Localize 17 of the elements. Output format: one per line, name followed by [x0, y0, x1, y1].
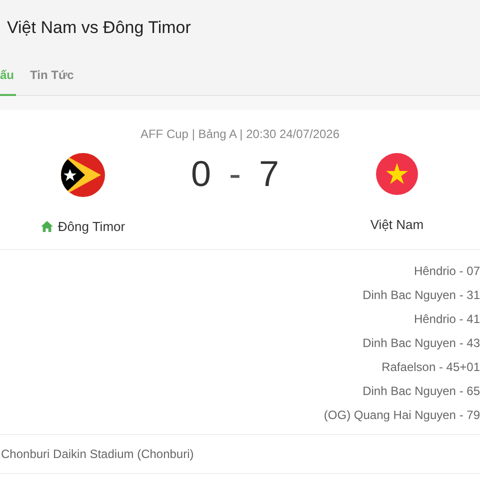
- goal-scorer: (OG) Quang Hai Nguyen - 79: [324, 406, 480, 424]
- team-name: Đông Timor: [58, 218, 126, 236]
- goal-scorer: Rafaelson - 45+01: [382, 358, 480, 376]
- tab[interactable]: Tin Tức: [28, 63, 76, 96]
- goal-scorer: Hêndrio - 41: [414, 310, 480, 328]
- team-name: Việt Nam: [370, 216, 424, 234]
- goal-scorer: Dinh Bac Nguyen - 43: [362, 334, 480, 352]
- timor-leste-flag-icon: [61, 153, 105, 197]
- match-info: AFF Cup | Bảng A | 20:30 24/07/2026: [140, 126, 340, 143]
- vietnam-flag-icon: [376, 153, 418, 195]
- page-title: Việt Nam vs Đông Timor: [6, 17, 192, 39]
- goal-scorer: Hêndrio - 07: [414, 262, 480, 280]
- score: 0 - 7: [190, 154, 280, 194]
- goal-scorer: Dinh Bac Nguyen - 31: [362, 286, 480, 304]
- home-icon: [40, 221, 53, 232]
- goal-scorer: Dinh Bac Nguyen - 65: [362, 382, 480, 400]
- venue: Chonburi Daikin Stadium (Chonburi): [0, 446, 194, 462]
